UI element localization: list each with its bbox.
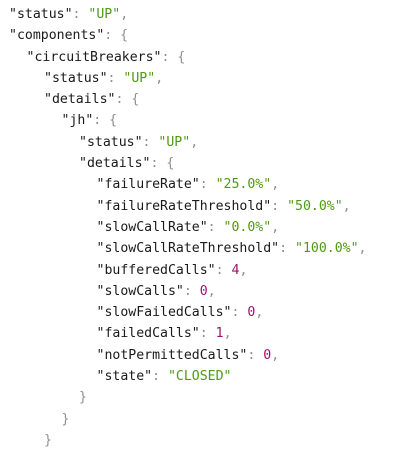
json-key: "status" xyxy=(9,7,73,22)
json-key: "bufferedCalls" xyxy=(96,262,216,278)
json-brace: { xyxy=(120,28,129,44)
code-line: "slowFailedCalls": 0, xyxy=(0,302,400,323)
json-comma: , xyxy=(190,134,199,150)
json-value: "UP" xyxy=(158,134,191,150)
code-line: "status": "UP", xyxy=(0,68,400,89)
json-key: "notPermittedCalls" xyxy=(96,347,248,363)
json-brace: } xyxy=(61,411,70,427)
json-comma: , xyxy=(342,198,351,214)
json-brace: } xyxy=(79,390,87,406)
json-colon: : xyxy=(207,219,224,235)
json-value: "50.0%" xyxy=(287,198,343,214)
code-line: } xyxy=(0,409,400,430)
json-key: "status" xyxy=(79,134,143,150)
json-colon: : xyxy=(231,305,248,321)
json-key: "failedCalls" xyxy=(96,326,200,342)
code-line: "slowCallRateThreshold": "100.0%", xyxy=(0,238,400,259)
json-colon: : xyxy=(152,369,168,385)
json-key: "components" xyxy=(9,28,105,44)
json-value: "UP" xyxy=(123,70,156,86)
json-colon: : xyxy=(150,156,167,172)
json-colon: : xyxy=(104,28,121,44)
code-line: "details": { xyxy=(0,153,400,174)
json-colon: : xyxy=(142,134,159,150)
json-comma: , xyxy=(207,283,216,299)
code-line: "components": { xyxy=(0,25,400,46)
code-line: "state": "CLOSED" xyxy=(0,366,400,387)
json-comma: , xyxy=(255,305,264,321)
code-line: "details": { xyxy=(0,89,400,110)
json-brace: } xyxy=(44,432,52,448)
json-colon: : xyxy=(161,49,178,65)
code-line: "bufferedCalls": 4, xyxy=(0,260,400,281)
code-line: "failureRateThreshold": "50.0%", xyxy=(0,196,400,217)
json-value: "100.0%" xyxy=(295,241,359,257)
json-key: "slowFailedCalls" xyxy=(96,305,232,321)
json-colon: : xyxy=(115,92,132,108)
json-colon: : xyxy=(107,70,124,86)
json-key: "circuitBreakers" xyxy=(26,49,162,65)
json-key: "status" xyxy=(44,70,108,86)
json-value: 1 xyxy=(215,326,224,342)
code-line: "slowCallRate": "0.0%", xyxy=(0,217,400,238)
code-line: "failureRate": "25.0%", xyxy=(0,174,400,195)
json-comma: , xyxy=(271,347,280,363)
json-comma: , xyxy=(239,262,248,278)
json-brace: { xyxy=(166,156,175,172)
json-key: "failureRate" xyxy=(96,177,200,193)
json-key: "details" xyxy=(79,156,151,172)
code-line: "status": "UP", xyxy=(0,132,400,153)
json-comma: , xyxy=(155,70,164,86)
json-comma: , xyxy=(358,241,367,257)
json-colon: : xyxy=(199,326,216,342)
code-line: "circuitBreakers": { xyxy=(0,47,400,68)
code-line: "status": "UP", xyxy=(0,4,400,25)
code-line: } xyxy=(0,387,400,408)
json-value: 0 xyxy=(199,283,208,299)
code-line: "notPermittedCalls": 0, xyxy=(0,345,400,366)
code-line: "slowCalls": 0, xyxy=(0,281,400,302)
json-value: "CLOSED" xyxy=(167,369,232,385)
json-key: "slowCallRate" xyxy=(96,219,208,235)
json-value: "25.0%" xyxy=(215,177,272,193)
json-value: "UP" xyxy=(88,7,121,22)
json-key: "slowCallRateThreshold" xyxy=(96,241,280,257)
json-comma: , xyxy=(271,219,280,235)
json-brace: { xyxy=(131,92,140,108)
json-code-viewer: "status": "UP", "components": {"circuitBr… xyxy=(0,0,400,463)
json-colon: : xyxy=(199,177,216,193)
json-comma: , xyxy=(120,7,129,22)
code-line: } xyxy=(0,430,400,451)
json-key: "slowCalls" xyxy=(96,283,184,299)
json-key: "failureRateThreshold" xyxy=(96,198,272,214)
json-key: "jh" xyxy=(61,113,94,129)
code-line: "failedCalls": 1, xyxy=(0,323,400,344)
json-brace: { xyxy=(177,49,186,65)
json-colon: : xyxy=(215,262,232,278)
json-brace: { xyxy=(109,113,118,129)
json-colon: : xyxy=(72,7,89,22)
json-colon: : xyxy=(183,283,200,299)
json-value: 0 xyxy=(263,347,272,363)
json-value: "0.0%" xyxy=(223,219,272,235)
json-key: "state" xyxy=(96,369,153,385)
json-colon: : xyxy=(247,347,264,363)
json-colon: : xyxy=(271,198,288,214)
json-comma: , xyxy=(223,326,232,342)
code-line: "jh": { xyxy=(0,110,400,131)
json-key: "details" xyxy=(44,92,116,108)
json-colon: : xyxy=(93,113,110,129)
json-comma: , xyxy=(271,177,280,193)
json-colon: : xyxy=(279,241,296,257)
